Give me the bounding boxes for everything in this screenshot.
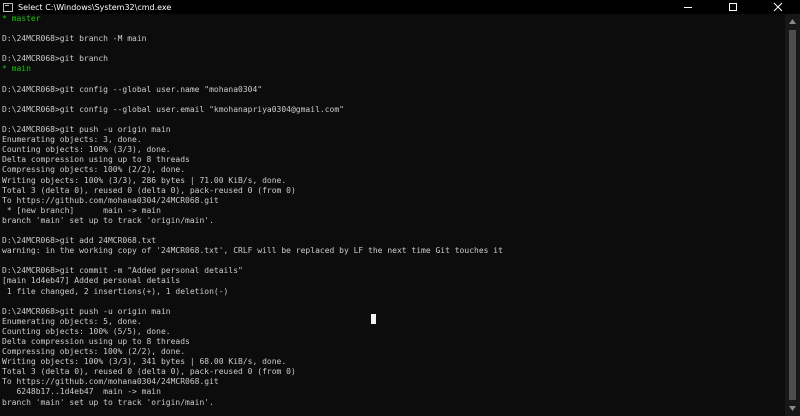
console-icon[interactable] bbox=[3, 2, 13, 12]
console-line: D:\24MCR068>git branch bbox=[2, 54, 108, 64]
console-line: To https://github.com/mohana0304/24MCR06… bbox=[2, 195, 219, 205]
console-line: D:\24MCR068>git add 24MCR068.txt bbox=[2, 236, 157, 246]
console-line: D:\24MCR068>git config --global user.nam… bbox=[2, 84, 263, 94]
minimize-icon bbox=[683, 7, 692, 8]
close-icon bbox=[773, 2, 782, 12]
title-bar[interactable]: Select C:\Windows\System32\cmd.exe bbox=[0, 0, 800, 14]
scroll-down-button[interactable] bbox=[785, 401, 800, 416]
window-controls bbox=[665, 0, 800, 14]
maximize-button[interactable] bbox=[710, 0, 755, 14]
console-line: * master bbox=[2, 14, 41, 23]
console-line: Enumerating objects: 5, done. bbox=[2, 316, 142, 326]
close-button[interactable] bbox=[755, 0, 800, 14]
console-line: D:\24MCR068>git push -u origin main bbox=[2, 125, 171, 135]
console-line: * [new branch] main -> main bbox=[2, 205, 161, 215]
console-line: Writing objects: 100% (3/3), 286 bytes |… bbox=[2, 175, 287, 185]
console-line: D:\24MCR068>git config --global user.ema… bbox=[2, 104, 344, 114]
console-line: Compressing objects: 100% (2/2), done. bbox=[2, 347, 186, 357]
scroll-thumb[interactable] bbox=[789, 30, 796, 400]
console-line: Enumerating objects: 3, done. bbox=[2, 135, 142, 145]
console-line: D:\24MCR068>git commit -m "Added persona… bbox=[2, 266, 243, 276]
window-title: Select C:\Windows\System32\cmd.exe bbox=[18, 2, 172, 12]
console-line: Total 3 (delta 0), reused 0 (delta 0), p… bbox=[2, 367, 296, 377]
console-line: 1 file changed, 2 insertions(+), 1 delet… bbox=[2, 286, 229, 296]
arrow-down-icon bbox=[789, 406, 796, 411]
console-line: branch 'main' set up to track 'origin/ma… bbox=[2, 215, 214, 225]
console-line: 6248b17..1d4eb47 main -> main bbox=[2, 387, 161, 397]
console-line: D:\24MCR068>git branch -M main bbox=[2, 34, 147, 44]
cmd-window: Select C:\Windows\System32\cmd.exe * mas… bbox=[0, 0, 800, 416]
vertical-scrollbar[interactable] bbox=[785, 14, 800, 416]
console-line: D:\24MCR068>git push -u origin main bbox=[2, 306, 171, 316]
console-line: Counting objects: 100% (5/5), done. bbox=[2, 326, 171, 336]
console-line: Delta compression using up to 8 threads bbox=[2, 337, 190, 346]
console-line: Total 3 (delta 0), reused 0 (delta 0), p… bbox=[2, 185, 296, 195]
console-line: branch 'main' set up to track 'origin/ma… bbox=[2, 397, 214, 407]
minimize-button[interactable] bbox=[665, 0, 710, 14]
console-line: Compressing objects: 100% (2/2), done. bbox=[2, 165, 186, 175]
text-cursor bbox=[371, 314, 376, 324]
console-line: To https://github.com/mohana0304/24MCR06… bbox=[2, 377, 219, 387]
console-line: Writing objects: 100% (3/3), 341 bytes |… bbox=[2, 357, 287, 367]
scroll-up-button[interactable] bbox=[785, 14, 800, 29]
console-line: [main 1d4eb47] Added personal details bbox=[2, 276, 181, 286]
console-line: * main bbox=[2, 64, 31, 74]
arrow-up-icon bbox=[789, 19, 796, 24]
console-line: warning: in the working copy of '24MCR06… bbox=[2, 246, 503, 256]
console-output[interactable]: * master D:\24MCR068>git branch -M main D:… bbox=[2, 14, 785, 416]
console-line: Delta compression using up to 8 threads bbox=[2, 155, 190, 165]
maximize-icon bbox=[728, 3, 737, 11]
console-line: Counting objects: 100% (3/3), done. bbox=[2, 145, 171, 155]
